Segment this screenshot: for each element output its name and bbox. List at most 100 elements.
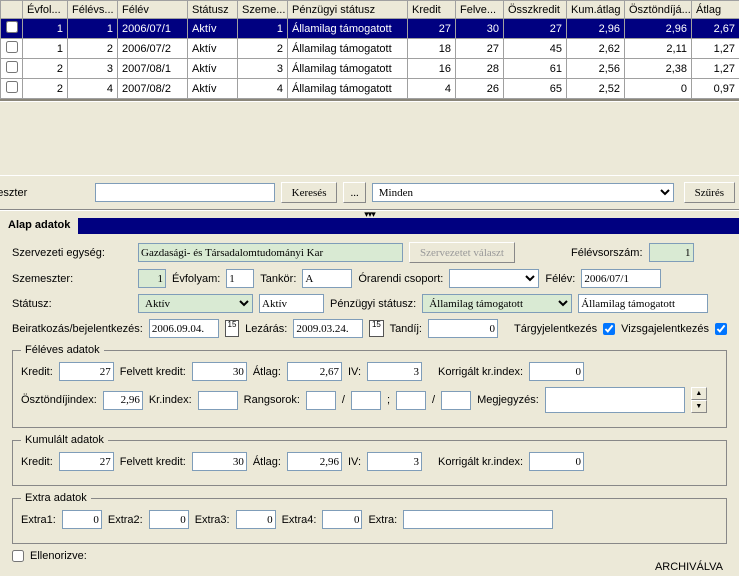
ellen-checkbox[interactable] bbox=[12, 550, 24, 562]
col-header[interactable]: Szeme... bbox=[238, 1, 288, 19]
k-korr[interactable] bbox=[529, 452, 584, 471]
cell: 2,62 bbox=[567, 39, 625, 59]
cell: 3 bbox=[238, 59, 288, 79]
table-row[interactable]: 112006/07/1Aktív1Államilag támogatott273… bbox=[1, 19, 739, 39]
tank-field[interactable] bbox=[302, 269, 352, 288]
e2[interactable] bbox=[149, 510, 189, 529]
subj-checkbox[interactable] bbox=[603, 323, 615, 335]
table-row[interactable]: 242007/08/2Aktív4Államilag támogatott426… bbox=[1, 79, 739, 99]
f-fkredit[interactable] bbox=[192, 362, 247, 381]
cell: 2 bbox=[68, 39, 118, 59]
e4[interactable] bbox=[322, 510, 362, 529]
cell: Államilag támogatott bbox=[288, 39, 408, 59]
e-label: Extra: bbox=[368, 514, 397, 526]
f-rang-label: Rangsorok: bbox=[244, 394, 300, 406]
semester-grid[interactable]: Évfol...Félévs...FélévStátuszSzeme...Pén… bbox=[0, 0, 739, 101]
f-memo[interactable] bbox=[545, 387, 685, 413]
year-field[interactable] bbox=[226, 269, 254, 288]
f-osz[interactable] bbox=[103, 391, 143, 410]
cell: 2,67 bbox=[692, 19, 739, 39]
memo-scroll[interactable]: ▲▼ bbox=[691, 387, 707, 413]
term-field[interactable] bbox=[581, 269, 661, 288]
cell: 2006/07/1 bbox=[118, 19, 188, 39]
col-header[interactable]: Összkredit bbox=[504, 1, 567, 19]
col-header[interactable]: Félév bbox=[118, 1, 188, 19]
filter-combo[interactable]: Minden bbox=[372, 183, 674, 202]
cell: 27 bbox=[456, 39, 504, 59]
col-header[interactable]: Felve... bbox=[456, 1, 504, 19]
col-header[interactable] bbox=[1, 1, 23, 19]
f-atlag[interactable] bbox=[287, 362, 342, 381]
cell: 26 bbox=[456, 79, 504, 99]
fee-field[interactable] bbox=[428, 319, 498, 338]
cell: 2,56 bbox=[567, 59, 625, 79]
scroll-down-icon[interactable]: ▼ bbox=[691, 400, 707, 413]
cell: 1 bbox=[68, 19, 118, 39]
col-header[interactable]: Ösztöndíjá... bbox=[625, 1, 692, 19]
scroll-up-icon[interactable]: ▲ bbox=[691, 387, 707, 400]
cell: 1 bbox=[238, 19, 288, 39]
cell: 3 bbox=[68, 59, 118, 79]
status2-field[interactable] bbox=[259, 294, 324, 313]
cell: 61 bbox=[504, 59, 567, 79]
col-header[interactable]: Kum.átlag bbox=[567, 1, 625, 19]
row-checkbox[interactable] bbox=[6, 81, 18, 93]
tab-alap-adatok[interactable]: Alap adatok bbox=[0, 218, 78, 234]
row-checkbox[interactable] bbox=[6, 61, 18, 73]
e1[interactable] bbox=[62, 510, 102, 529]
col-header[interactable]: Kredit bbox=[408, 1, 456, 19]
col-header[interactable]: Státusz bbox=[188, 1, 238, 19]
f-rang2[interactable] bbox=[351, 391, 381, 410]
subj-label: Tárgyjelentkezés bbox=[514, 323, 597, 335]
fin2-field[interactable] bbox=[578, 294, 708, 313]
enroll-field[interactable] bbox=[149, 319, 219, 338]
cell: 2 bbox=[23, 59, 68, 79]
e3[interactable] bbox=[236, 510, 276, 529]
e2-label: Extra2: bbox=[108, 514, 143, 526]
cell: 2 bbox=[238, 39, 288, 59]
enroll-label: Beiratkozás/bejelentkezés: bbox=[12, 323, 143, 335]
table-row[interactable]: 122006/07/2Aktív2Államilag támogatott182… bbox=[1, 39, 739, 59]
term-label: Félév: bbox=[545, 273, 575, 285]
calendar-icon[interactable]: 15 bbox=[369, 320, 383, 337]
e[interactable] bbox=[403, 510, 553, 529]
row-checkbox[interactable] bbox=[6, 21, 18, 33]
col-header[interactable]: Pénzügyi státusz bbox=[288, 1, 408, 19]
k-iv[interactable] bbox=[367, 452, 422, 471]
f-korr-label: Korrigált kr.index: bbox=[438, 366, 523, 378]
semorder-label: Félévsorszám: bbox=[571, 247, 643, 259]
fin-combo[interactable]: Államilag támogatott bbox=[422, 294, 572, 313]
search-input[interactable] bbox=[95, 183, 274, 202]
f-korr[interactable] bbox=[529, 362, 584, 381]
org-select-button[interactable]: Szervezetet választ bbox=[409, 242, 515, 263]
exam-checkbox[interactable] bbox=[715, 323, 727, 335]
cell: Aktív bbox=[188, 39, 238, 59]
f-rang3[interactable] bbox=[396, 391, 426, 410]
k-fkredit[interactable] bbox=[192, 452, 247, 471]
cell: 27 bbox=[504, 19, 567, 39]
col-header[interactable]: Átlag bbox=[692, 1, 739, 19]
search-more-button[interactable]: ... bbox=[343, 182, 365, 203]
calendar-icon[interactable]: 15 bbox=[225, 320, 239, 337]
status-combo[interactable]: Aktív bbox=[138, 294, 253, 313]
k-kredit[interactable] bbox=[59, 452, 114, 471]
status-label: Státusz: bbox=[12, 298, 132, 310]
sem-field bbox=[138, 269, 166, 288]
k-atlag[interactable] bbox=[287, 452, 342, 471]
group-combo[interactable] bbox=[449, 269, 539, 288]
cell: 1,27 bbox=[692, 59, 739, 79]
cell: 2006/07/2 bbox=[118, 39, 188, 59]
close-field[interactable] bbox=[293, 319, 363, 338]
f-kri[interactable] bbox=[198, 391, 238, 410]
col-header[interactable]: Félévs... bbox=[68, 1, 118, 19]
f-rang1[interactable] bbox=[306, 391, 336, 410]
row-checkbox[interactable] bbox=[6, 41, 18, 53]
f-iv[interactable] bbox=[367, 362, 422, 381]
search-button[interactable]: Keresés bbox=[281, 182, 338, 203]
splitter[interactable]: ▾▾▾ bbox=[0, 210, 739, 218]
f-rang4[interactable] bbox=[441, 391, 471, 410]
table-row[interactable]: 232007/08/1Aktív3Államilag támogatott162… bbox=[1, 59, 739, 79]
filter-button[interactable]: Szűrés bbox=[684, 182, 735, 203]
f-kredit[interactable] bbox=[59, 362, 114, 381]
col-header[interactable]: Évfol... bbox=[23, 1, 68, 19]
